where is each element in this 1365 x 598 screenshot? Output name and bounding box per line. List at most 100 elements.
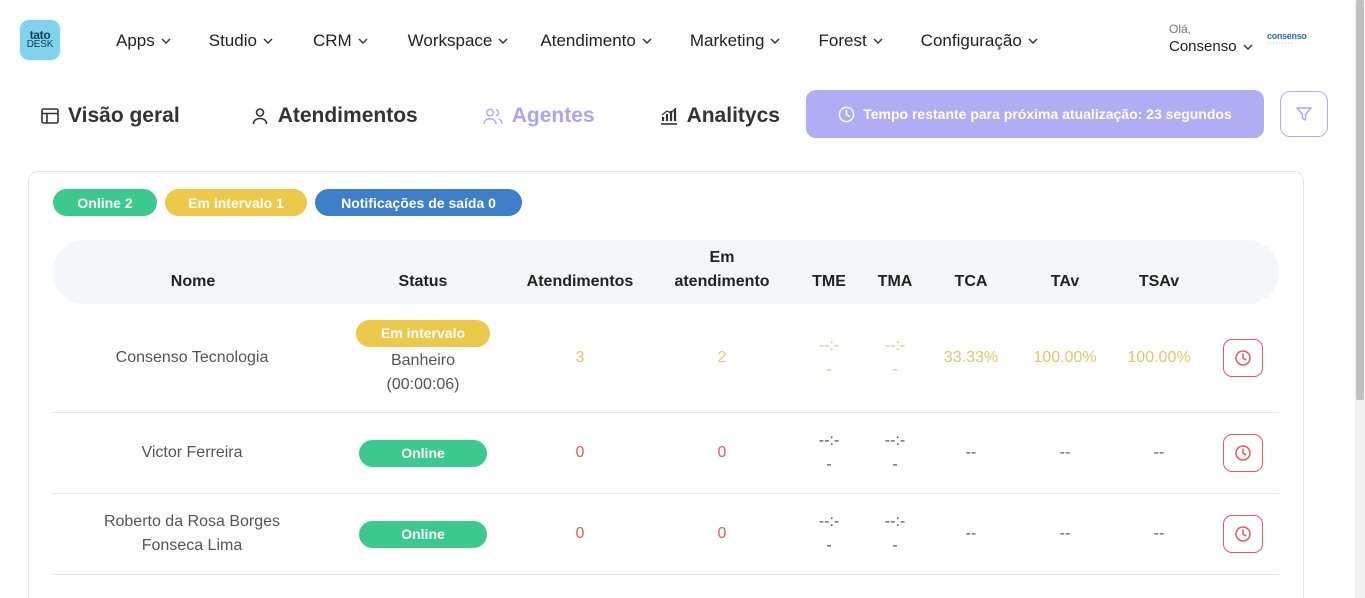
row-actions bbox=[1219, 304, 1267, 412]
chevron-down-icon bbox=[642, 38, 652, 44]
chevron-down-icon bbox=[263, 38, 273, 44]
row-actions bbox=[1219, 494, 1267, 574]
metric-tma: --:- - bbox=[884, 513, 906, 554]
tab-agentes[interactable]: Agentes bbox=[482, 104, 595, 128]
clock-icon bbox=[1235, 350, 1251, 366]
history-button[interactable] bbox=[1223, 339, 1263, 377]
nav-item-label: Studio bbox=[208, 31, 257, 50]
user-name: Consenso bbox=[1169, 38, 1237, 55]
nav-item-marketing[interactable]: Marketing bbox=[690, 31, 781, 51]
scrollbar-thumb[interactable] bbox=[1356, 0, 1364, 400]
tab-label: Atendimentos bbox=[277, 104, 418, 127]
metric-tsav: 100.00% bbox=[1127, 349, 1191, 366]
chevron-down-icon bbox=[770, 38, 780, 44]
metric-tav: 100.00% bbox=[1033, 349, 1097, 366]
column-header[interactable]: TAv bbox=[1025, 240, 1105, 304]
metric-tca: 33.33% bbox=[943, 349, 999, 366]
layout-icon bbox=[41, 108, 59, 124]
nav-item-apps[interactable]: Apps bbox=[116, 31, 171, 51]
metric-tma: --:- - bbox=[884, 432, 906, 473]
metric-tav: -- bbox=[1059, 444, 1071, 461]
tatodesk-logo[interactable]: tato DESK bbox=[20, 20, 60, 60]
agent-status: Online bbox=[359, 439, 487, 467]
agents-card: Online 2 Em intervalo 1 Notificações de sa… bbox=[28, 171, 1304, 598]
chevron-down-icon bbox=[498, 38, 508, 44]
tab-vis-o-geral[interactable]: Visão geral bbox=[40, 104, 180, 128]
summary-badge: Em intervalo 1 bbox=[165, 189, 307, 216]
nav-item-forest[interactable]: Forest bbox=[818, 31, 883, 51]
column-header[interactable]: TCA bbox=[931, 240, 1011, 304]
chevron-down-icon bbox=[358, 38, 368, 44]
clock-icon bbox=[1235, 445, 1251, 461]
agent-name: Consenso Tecnologia bbox=[115, 349, 269, 366]
metric-atendimentos: 0 bbox=[575, 444, 585, 461]
brand-dots: ········· bbox=[1267, 41, 1294, 47]
status-note: Banheiro (00:00:06) bbox=[386, 351, 460, 393]
chevron-down-icon bbox=[873, 38, 883, 44]
user-icon bbox=[252, 108, 267, 125]
users-icon bbox=[482, 108, 503, 125]
dashboard-tabs: Visão geral Atendimentos Agentes Analitycs bbox=[40, 102, 780, 130]
column-header[interactable]: Atendimentos bbox=[513, 240, 647, 304]
metric-tme: --:- - bbox=[818, 432, 840, 473]
nav-item-crm[interactable]: CRM bbox=[313, 31, 368, 51]
tab-analitycs[interactable]: Analitycs bbox=[659, 104, 780, 128]
column-header[interactable]: TME bbox=[803, 240, 855, 304]
metric-atendimentos: 3 bbox=[575, 349, 585, 366]
user-name-dropdown[interactable]: Consenso bbox=[1169, 38, 1253, 55]
metric-tsav: -- bbox=[1153, 444, 1165, 461]
chevron-down-icon bbox=[1243, 44, 1253, 50]
clock-icon bbox=[838, 106, 855, 122]
metric-tsav: -- bbox=[1153, 525, 1165, 542]
column-header[interactable]: Nome bbox=[93, 240, 293, 304]
clock-icon bbox=[1235, 526, 1251, 542]
table-row[interactable]: Victor Ferreira Online 0 0 --:- - --:- - -- -- -… bbox=[53, 413, 1279, 494]
logo-text-bottom: DESK bbox=[26, 39, 54, 50]
metric-em-atendimento: 2 bbox=[717, 349, 727, 366]
nav-item-label: Workspace bbox=[407, 31, 493, 50]
column-header[interactable]: Status bbox=[333, 240, 513, 304]
table-row[interactable]: Roberto da Rosa Borges Fonseca Lima Onlin… bbox=[53, 494, 1279, 575]
metric-tav: -- bbox=[1059, 525, 1071, 542]
chevron-down-icon bbox=[161, 38, 171, 44]
history-button[interactable] bbox=[1223, 515, 1263, 553]
metric-em-atendimento: 0 bbox=[717, 444, 727, 461]
agent-status: Em intervalo Banheiro (00:00:06) bbox=[356, 319, 490, 397]
user-menu[interactable]: Olá, Consenso bbox=[1169, 22, 1253, 55]
refresh-timer-banner: Tempo restante para próxima atualização:… bbox=[806, 90, 1264, 138]
column-header[interactable]: TMA bbox=[863, 240, 927, 304]
metric-tme: --:- - bbox=[818, 337, 840, 378]
history-button[interactable] bbox=[1223, 434, 1263, 472]
agent-name: Victor Ferreira bbox=[141, 444, 243, 461]
table-header: Nome Status Atendimentos Em atendimento TME T… bbox=[53, 240, 1279, 304]
tab-label: Agentes bbox=[511, 104, 595, 127]
nav-item-studio[interactable]: Studio bbox=[209, 31, 273, 51]
status-badge: Em intervalo bbox=[356, 319, 490, 347]
refresh-timer-text: Tempo restante para próxima atualização:… bbox=[863, 106, 1232, 122]
column-header[interactable]: Em atendimento bbox=[653, 240, 791, 304]
summary-badge: Notificações de saída 0 bbox=[315, 189, 522, 216]
table-row[interactable]: Consenso Tecnologia Em intervalo Banheiro … bbox=[53, 304, 1279, 413]
nav-item-atendimento[interactable]: Atendimento bbox=[540, 31, 652, 51]
agent-status-cell: Em intervalo Banheiro (00:00:06) bbox=[333, 304, 513, 412]
nav-item-label: Apps bbox=[116, 31, 155, 50]
main-menu: Apps Studio CRM Workspace Atendimento Marketi… bbox=[116, 30, 1038, 52]
filter-button[interactable] bbox=[1280, 91, 1328, 137]
nav-item-workspace[interactable]: Workspace bbox=[408, 31, 509, 51]
tab-atendimentos[interactable]: Atendimentos bbox=[250, 104, 418, 128]
consenso-logo: consenso ········· bbox=[1267, 32, 1307, 48]
greeting-text: Olá, bbox=[1169, 22, 1192, 36]
page-scrollbar[interactable] bbox=[1355, 0, 1365, 598]
nav-item-label: Marketing bbox=[689, 31, 765, 50]
nav-item-label: Forest bbox=[818, 31, 867, 50]
nav-item-configura-o[interactable]: Configuração bbox=[921, 31, 1038, 51]
tab-label: Analitycs bbox=[686, 104, 780, 127]
agent-name: Roberto da Rosa Borges Fonseca Lima bbox=[103, 513, 281, 554]
chevron-down-icon bbox=[1028, 38, 1038, 44]
metric-tme: --:- - bbox=[818, 513, 840, 554]
metric-em-atendimento: 0 bbox=[717, 525, 727, 542]
metric-tca: -- bbox=[965, 525, 977, 542]
tab-label: Visão geral bbox=[68, 104, 180, 127]
column-header[interactable]: TSAv bbox=[1119, 240, 1199, 304]
status-badge: Online bbox=[359, 439, 487, 467]
